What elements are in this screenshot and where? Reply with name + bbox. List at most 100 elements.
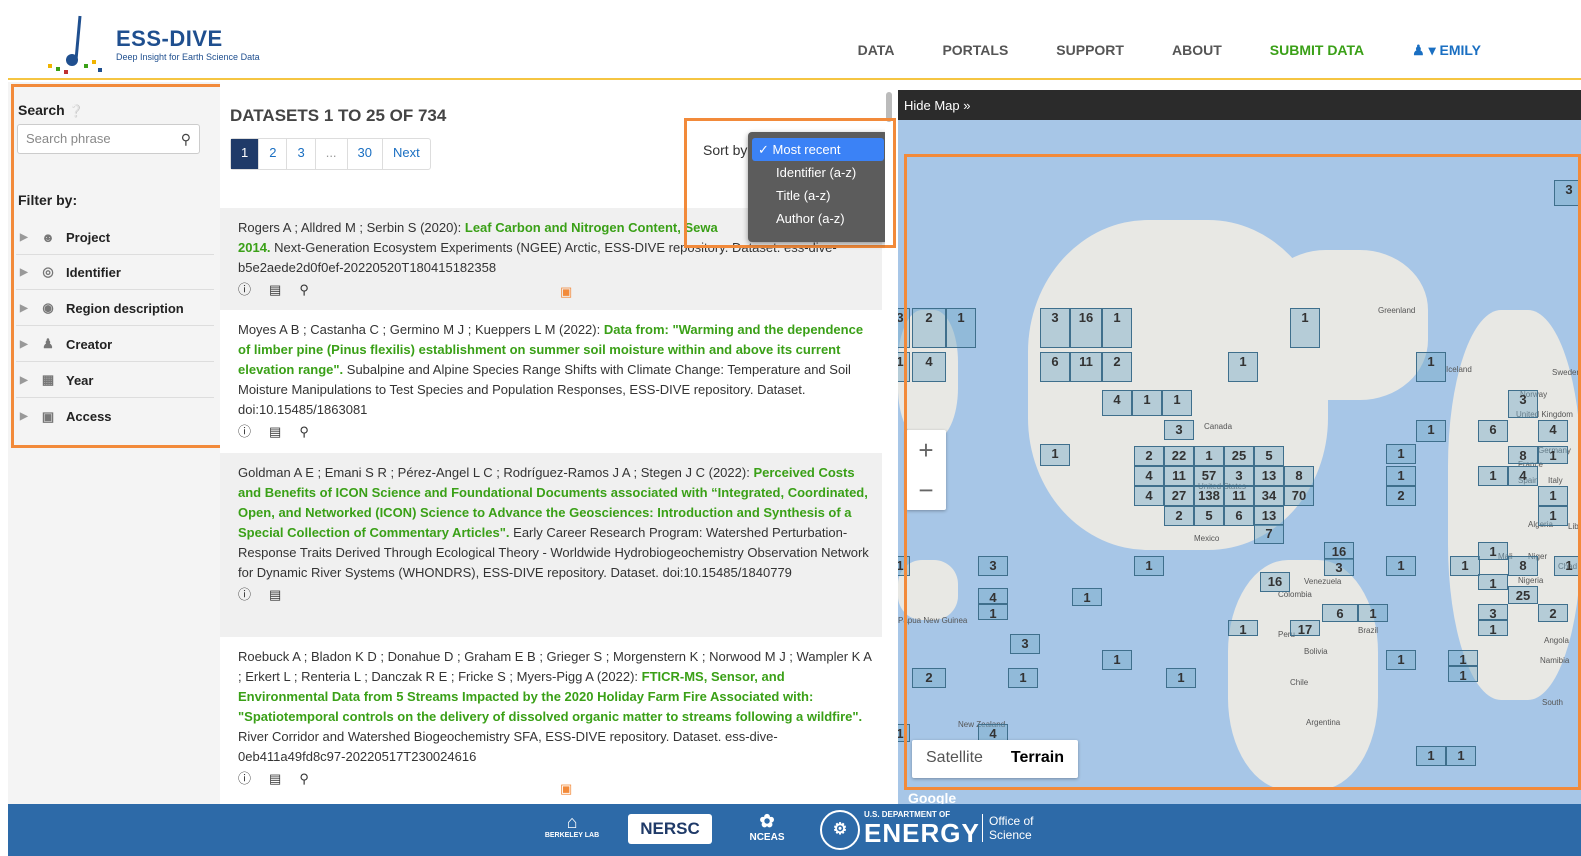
map-cluster[interactable]: 6 <box>1478 420 1508 442</box>
map-cluster[interactable]: 1 <box>898 724 910 742</box>
map-pin-icon[interactable]: ⚲ <box>299 280 309 300</box>
map-cluster[interactable]: 2 <box>1102 352 1132 382</box>
map-cluster[interactable]: 3 <box>1010 634 1040 654</box>
map-cluster[interactable]: 3 <box>1508 390 1538 418</box>
map-cluster[interactable]: 6 <box>1040 352 1070 382</box>
info-icon[interactable]: ⓘ <box>238 422 251 442</box>
map-cluster[interactable]: 1 <box>1478 620 1508 637</box>
map-cluster[interactable]: 1 <box>1446 746 1476 766</box>
map-cluster[interactable]: 6 <box>1322 604 1358 622</box>
map-cluster[interactable]: 8 <box>1508 446 1538 464</box>
sort-option-author[interactable]: Author (a-z) <box>752 207 884 230</box>
map-cluster[interactable]: 1 <box>1386 556 1416 576</box>
map-cluster[interactable]: 1 <box>1538 486 1568 506</box>
map-cluster[interactable]: 16 <box>1260 572 1290 592</box>
map-cluster[interactable]: 1 <box>1040 444 1070 466</box>
map-cluster[interactable]: 4 <box>1134 466 1164 486</box>
map-cluster[interactable]: 25 <box>1224 446 1254 466</box>
map-pin-icon[interactable]: ⚲ <box>299 769 309 789</box>
map-cluster[interactable]: 1 <box>1478 574 1508 591</box>
map-cluster[interactable]: 1 <box>1450 556 1480 576</box>
map-cluster[interactable]: 1 <box>1228 620 1258 637</box>
map-cluster[interactable]: 2 <box>912 668 946 688</box>
doe-energy-logo[interactable]: U.S. DEPARTMENT OF ENERGY <box>864 810 980 847</box>
map-cluster[interactable]: 2 <box>1164 506 1194 526</box>
map-cluster[interactable]: 13 <box>1254 506 1284 526</box>
page-3[interactable]: 3 <box>287 139 316 169</box>
zoom-out-button[interactable]: − <box>906 470 946 510</box>
map-cluster[interactable]: 1 <box>1416 420 1446 442</box>
page-1[interactable]: 1 <box>231 139 260 169</box>
map-cluster[interactable]: 70 <box>1284 486 1314 506</box>
map-cluster[interactable]: 1 <box>1102 650 1132 670</box>
hide-map-button[interactable]: Hide Map » <box>904 98 970 113</box>
search-input[interactable]: Search phrase ⚲ <box>17 124 200 154</box>
map-cluster[interactable]: 1 <box>1416 352 1446 382</box>
document-icon[interactable]: ▤ <box>269 585 281 605</box>
nceas-logo[interactable]: ✿ NCEAS <box>742 810 792 843</box>
map-cluster[interactable]: 1 <box>1386 444 1416 464</box>
filter-year[interactable]: ▶ ▦ Year <box>16 363 214 398</box>
page-next[interactable]: Next <box>383 139 430 169</box>
search-icon[interactable]: ⚲ <box>181 131 191 148</box>
info-icon[interactable]: ⓘ <box>238 280 251 300</box>
map-cluster[interactable]: 8 <box>1284 466 1314 486</box>
nav-portals[interactable]: PORTALS <box>942 42 1008 59</box>
satellite-button[interactable]: Satellite <box>912 740 997 778</box>
terrain-button[interactable]: Terrain <box>997 740 1078 778</box>
document-icon[interactable]: ▤ <box>269 422 281 442</box>
map-cluster[interactable]: 4 <box>978 588 1008 605</box>
map-cluster[interactable]: 1 <box>978 604 1008 621</box>
map-cluster[interactable]: 4 <box>1102 390 1132 416</box>
map-cluster[interactable]: 17 <box>1290 620 1320 637</box>
filter-region[interactable]: ▶ ◉ Region description <box>16 291 214 326</box>
document-icon[interactable]: ▤ <box>269 280 281 300</box>
map-cluster[interactable]: 34 <box>1254 486 1284 506</box>
map-cluster[interactable]: 1 <box>1448 650 1478 667</box>
zoom-in-button[interactable]: + <box>906 430 946 470</box>
filter-creator[interactable]: ▶ ♟ Creator <box>16 327 214 362</box>
map-cluster[interactable]: 1 <box>1386 650 1416 670</box>
map-cluster[interactable]: 1 <box>1386 466 1416 486</box>
info-icon[interactable]: ⓘ <box>238 769 251 789</box>
map-cluster[interactable]: 25 <box>1508 586 1538 604</box>
map-cluster[interactable]: 7 <box>1254 524 1284 544</box>
map-cluster[interactable]: 16 <box>1070 308 1102 348</box>
map-cluster[interactable]: 13 <box>1254 466 1284 486</box>
map-cluster[interactable]: 1 <box>1102 308 1132 348</box>
map-cluster[interactable]: 1 <box>1008 668 1038 688</box>
map-cluster[interactable]: 1 <box>1478 542 1508 560</box>
office-of-science-logo[interactable]: Office of Science <box>982 814 1038 842</box>
map-cluster[interactable]: 22 <box>1164 446 1194 466</box>
map-cluster[interactable]: 2 <box>1134 446 1164 466</box>
map-cluster[interactable]: 57 <box>1194 466 1224 486</box>
results-scrollbar[interactable] <box>886 92 892 122</box>
nav-support[interactable]: SUPPORT <box>1056 42 1124 59</box>
map-cluster[interactable]: 1 <box>1134 556 1164 576</box>
filter-access[interactable]: ▶ ▣ Access <box>16 399 214 434</box>
map-cluster[interactable]: 27 <box>1164 486 1194 506</box>
berkeley-lab-logo[interactable]: ⌂ BERKELEY LAB <box>542 812 602 839</box>
map-cluster[interactable]: 2 <box>912 308 946 348</box>
map-cluster[interactable]: 3 <box>1164 420 1194 440</box>
sort-dropdown[interactable]: ✓ Most recent Identifier (a-z) Title (a-… <box>748 132 885 242</box>
nersc-logo[interactable]: NERSC <box>628 814 712 844</box>
map-cluster[interactable]: 1 <box>946 308 976 348</box>
map-cluster[interactable]: 3 <box>1224 466 1254 486</box>
map-cluster[interactable]: 1 <box>1538 506 1568 526</box>
map-cluster[interactable]: 138 <box>1194 486 1224 506</box>
map-cluster[interactable]: 5 <box>1254 446 1284 466</box>
sort-option-most-recent[interactable]: ✓ Most recent <box>752 138 884 161</box>
map-cluster[interactable]: 4 <box>1538 420 1568 442</box>
map-cluster[interactable]: 1 <box>1416 746 1446 766</box>
map-cluster[interactable]: 8 <box>1508 556 1538 576</box>
ess-dive-logo[interactable]: ESS-DIVE Deep Insight for Earth Science … <box>38 12 278 78</box>
page-2[interactable]: 2 <box>259 139 288 169</box>
map-cluster[interactable]: 3 <box>1478 604 1508 621</box>
map-cluster[interactable]: 1 <box>1478 466 1508 486</box>
map-cluster[interactable]: 1 <box>1166 668 1196 688</box>
filter-project[interactable]: ▶ ☻ Project <box>16 220 214 255</box>
map-cluster[interactable]: 3 <box>1324 558 1354 576</box>
map-pin-icon[interactable]: ⚲ <box>299 422 309 442</box>
info-icon[interactable]: ⓘ <box>238 585 251 605</box>
